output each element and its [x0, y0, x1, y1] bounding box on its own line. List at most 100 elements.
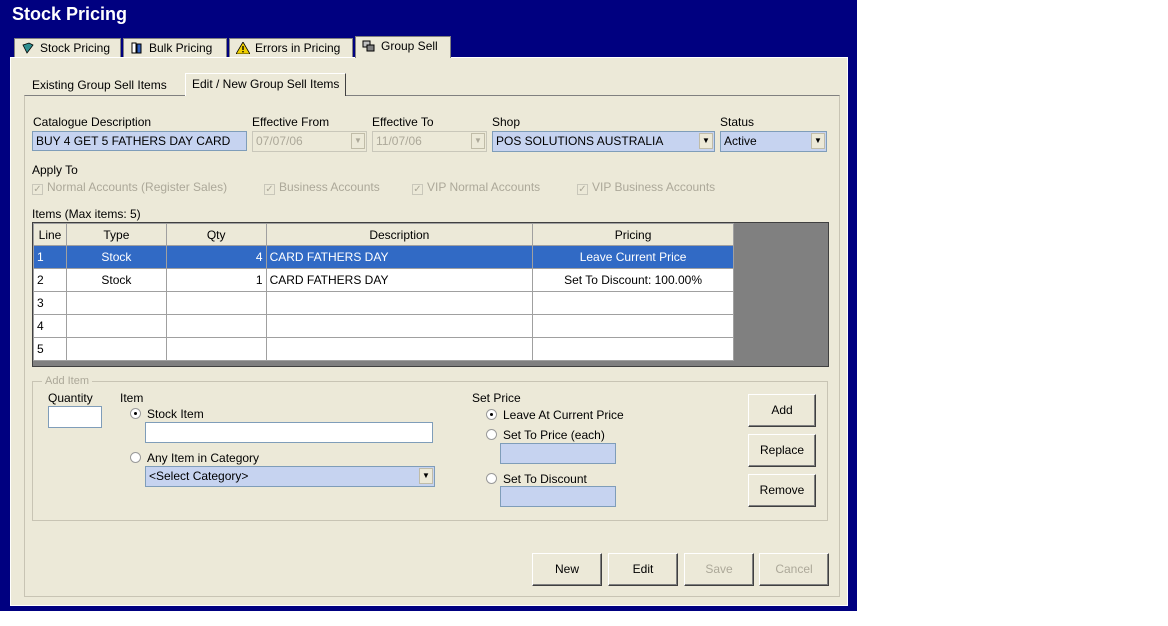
- apply-to-label: Apply To: [32, 163, 78, 177]
- checkmark-icon: ✓: [264, 184, 275, 195]
- effective-from-date-picker[interactable]: 07/07/06 ▼: [252, 131, 367, 152]
- effective-from-value: 07/07/06: [256, 134, 303, 148]
- column-header-line[interactable]: Line: [33, 223, 67, 246]
- radio-icon: [486, 473, 497, 484]
- cell-description: [265, 291, 534, 315]
- add-button[interactable]: Add: [748, 394, 816, 427]
- set-to-discount-radio[interactable]: Set To Discount: [486, 472, 587, 486]
- shop-label: Shop: [492, 115, 521, 129]
- set-to-price-radio[interactable]: Set To Price (each): [486, 428, 605, 442]
- radio-label: Set To Price (each): [503, 428, 605, 442]
- radio-selected-icon: [130, 408, 141, 419]
- add-item-title: Add Item: [42, 375, 93, 387]
- vip-business-accounts-checkbox[interactable]: ✓ VIP Business Accounts: [577, 180, 715, 195]
- checkmark-icon: ✓: [412, 184, 423, 195]
- status-label: Status: [720, 115, 755, 129]
- cell-pricing: Leave Current Price: [532, 245, 734, 269]
- column-header-pricing[interactable]: Pricing: [532, 223, 734, 246]
- chevron-down-icon[interactable]: ▼: [471, 133, 485, 149]
- cell-pricing: [532, 291, 734, 315]
- cell-type: [65, 291, 167, 315]
- cell-type: [65, 314, 167, 338]
- cell-type: [65, 337, 167, 361]
- column-header-type[interactable]: Type: [65, 223, 167, 246]
- column-header-description[interactable]: Description: [265, 223, 534, 246]
- cell-line: 2: [33, 268, 67, 292]
- catalogue-description-input[interactable]: BUY 4 GET 5 FATHERS DAY CARD: [32, 131, 247, 151]
- category-select[interactable]: <Select Category> ▼: [145, 466, 435, 487]
- cell-line: 3: [33, 291, 67, 315]
- radio-label: Any Item in Category: [147, 451, 260, 465]
- set-to-discount-input[interactable]: [500, 486, 616, 507]
- stock-item-input[interactable]: [145, 422, 433, 443]
- cell-qty: [165, 314, 267, 338]
- items-grid[interactable]: Line Type Qty Description Pricing 1 Stoc…: [32, 222, 829, 367]
- remove-button[interactable]: Remove: [748, 474, 816, 507]
- cell-type: Stock: [65, 245, 167, 269]
- cell-line: 5: [33, 337, 67, 361]
- edit-button[interactable]: Edit: [608, 553, 678, 586]
- new-button[interactable]: New: [532, 553, 602, 586]
- table-row[interactable]: 4: [33, 314, 734, 338]
- table-row[interactable]: 3: [33, 291, 734, 315]
- radio-selected-icon: [486, 409, 497, 420]
- checkbox-label: VIP Normal Accounts: [427, 180, 541, 194]
- chevron-down-icon[interactable]: ▼: [419, 468, 433, 484]
- cell-qty: [165, 337, 267, 361]
- status-select[interactable]: Active ▼: [720, 131, 827, 152]
- chevron-down-icon[interactable]: ▼: [351, 133, 365, 149]
- quantity-label: Quantity: [48, 391, 93, 405]
- save-button[interactable]: Save: [684, 553, 754, 586]
- cell-qty: [165, 291, 267, 315]
- cell-qty: 1: [165, 268, 267, 292]
- cell-description: CARD FATHERS DAY: [265, 268, 534, 292]
- vip-normal-accounts-checkbox[interactable]: ✓ VIP Normal Accounts: [412, 180, 540, 195]
- radio-icon: [130, 452, 141, 463]
- chevron-down-icon[interactable]: ▼: [699, 133, 713, 149]
- effective-to-date-picker[interactable]: 11/07/06 ▼: [372, 131, 487, 152]
- replace-button[interactable]: Replace: [748, 434, 816, 467]
- checkmark-icon: ✓: [577, 184, 588, 195]
- effective-to-label: Effective To: [372, 115, 434, 129]
- items-table: Line Type Qty Description Pricing 1 Stoc…: [33, 223, 734, 361]
- cell-type: Stock: [65, 268, 167, 292]
- status-value: Active: [724, 134, 757, 148]
- table-row[interactable]: 5: [33, 337, 734, 361]
- table-row[interactable]: 1 Stock 4 CARD FATHERS DAY Leave Current…: [33, 245, 734, 269]
- normal-accounts-checkbox[interactable]: ✓ Normal Accounts (Register Sales): [32, 180, 227, 195]
- any-item-in-category-radio[interactable]: Any Item in Category: [130, 451, 259, 465]
- set-to-price-input[interactable]: [500, 443, 616, 464]
- business-accounts-checkbox[interactable]: ✓ Business Accounts: [264, 180, 380, 195]
- cell-description: CARD FATHERS DAY: [265, 245, 534, 269]
- effective-from-label: Effective From: [252, 115, 330, 129]
- table-header-row: Line Type Qty Description Pricing: [33, 223, 734, 246]
- items-label: Items (Max items: 5): [32, 207, 141, 221]
- item-label: Item: [120, 391, 144, 405]
- checkmark-icon: ✓: [32, 184, 43, 195]
- cell-line: 4: [33, 314, 67, 338]
- cell-description: [265, 314, 534, 338]
- set-price-label: Set Price: [472, 391, 521, 405]
- cell-qty: 4: [165, 245, 267, 269]
- stock-item-radio[interactable]: Stock Item: [130, 407, 204, 421]
- catalogue-description-label: Catalogue Description: [33, 115, 152, 129]
- radio-label: Leave At Current Price: [503, 408, 624, 422]
- cell-description: [265, 337, 534, 361]
- cell-line: 1: [33, 245, 67, 269]
- checkbox-label: VIP Business Accounts: [592, 180, 716, 194]
- shop-select[interactable]: POS SOLUTIONS AUSTRALIA ▼: [492, 131, 715, 152]
- effective-to-value: 11/07/06: [376, 134, 422, 148]
- cell-pricing: [532, 337, 734, 361]
- cell-pricing: [532, 314, 734, 338]
- cancel-button[interactable]: Cancel: [759, 553, 829, 586]
- radio-label: Stock Item: [147, 407, 204, 421]
- category-value: <Select Category>: [149, 469, 249, 483]
- radio-label: Set To Discount: [503, 472, 587, 486]
- cell-pricing: Set To Discount: 100.00%: [532, 268, 734, 292]
- chevron-down-icon[interactable]: ▼: [811, 133, 825, 149]
- leave-at-current-price-radio[interactable]: Leave At Current Price: [486, 408, 624, 422]
- column-header-qty[interactable]: Qty: [165, 223, 267, 246]
- checkbox-label: Normal Accounts (Register Sales): [47, 180, 228, 194]
- table-row[interactable]: 2 Stock 1 CARD FATHERS DAY Set To Discou…: [33, 268, 734, 292]
- quantity-input[interactable]: [48, 406, 102, 428]
